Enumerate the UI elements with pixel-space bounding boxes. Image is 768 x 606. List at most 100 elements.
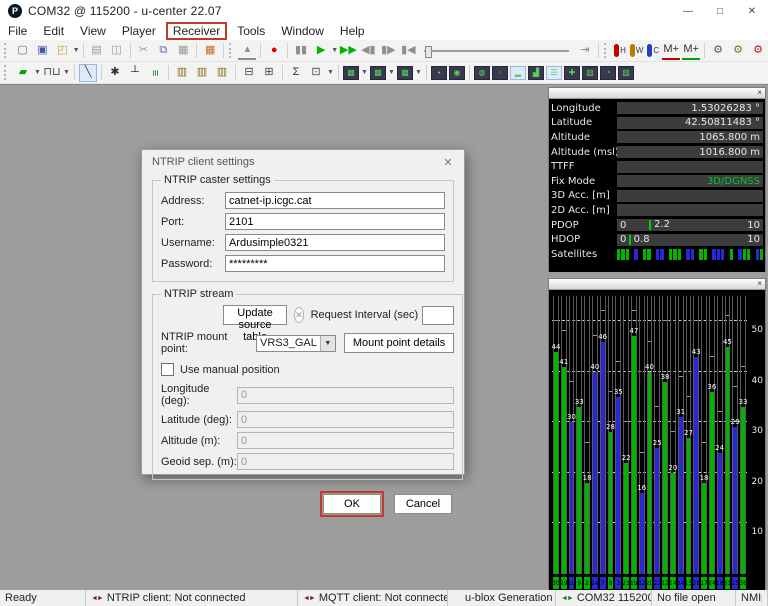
configuration-file-icon[interactable]: ⚙	[729, 42, 747, 60]
map-view-icon[interactable]: ▪	[431, 66, 447, 80]
satellite-id-strip: 3029109224783211932202212143415291724183…	[552, 577, 747, 589]
update-source-table-button[interactable]: Update source table	[223, 305, 287, 325]
print-icon[interactable]: ▤	[88, 42, 106, 60]
line-chart-icon[interactable]: ▩	[370, 66, 386, 80]
fast-forward-icon[interactable]: ▶▶	[339, 42, 357, 60]
menu-item-tools[interactable]: Tools	[230, 23, 272, 39]
open-folder-icon[interactable]: ◰	[53, 42, 71, 60]
address-input[interactable]	[225, 192, 445, 209]
menu-item-player[interactable]: Player	[115, 23, 163, 39]
gauge-tick	[629, 235, 631, 245]
menu-item-receiver[interactable]: Receiver	[166, 22, 227, 40]
chart-view-icon[interactable]: ▂	[510, 66, 526, 80]
close-button[interactable]: ✕	[736, 0, 768, 22]
save-icon[interactable]: ▣	[33, 42, 51, 60]
connect-receiver-icon[interactable]: ▰	[14, 64, 32, 82]
binary-console-icon[interactable]: ▧	[618, 66, 634, 80]
menu-item-view[interactable]: View	[73, 23, 113, 39]
eject-icon[interactable]: ▴	[238, 42, 256, 60]
new-file-icon[interactable]: ▢	[13, 42, 31, 60]
playback-slider[interactable]	[424, 44, 568, 58]
map-chart-icon[interactable]: ▩	[343, 66, 359, 80]
clear-flash-icon[interactable]: ▥	[213, 64, 231, 82]
cut-icon[interactable]: ✂	[134, 42, 152, 60]
menu-item-file[interactable]: File	[1, 23, 34, 39]
messages-view-icon[interactable]: ▨	[582, 66, 598, 80]
debug-bug-icon[interactable]: ✱	[106, 64, 124, 82]
menu-item-edit[interactable]: Edit	[36, 23, 71, 39]
clock-view-icon[interactable]: ◔	[600, 66, 616, 80]
split-horizontal-icon[interactable]: ⊟	[240, 64, 258, 82]
record-icon[interactable]: ●	[265, 42, 283, 60]
close-icon[interactable]: ×	[757, 280, 762, 288]
skip-end-icon[interactable]: ⇥	[576, 42, 594, 60]
bar-fill	[655, 448, 659, 574]
gauge-tick	[649, 220, 651, 230]
google-earth-icon[interactable]: ◍	[474, 66, 490, 80]
use-manual-position-checkbox[interactable]	[161, 363, 174, 376]
message-rate-plus-icon[interactable]: M+	[682, 42, 700, 60]
username-input[interactable]	[225, 234, 445, 251]
pause-icon[interactable]: ▮▮	[292, 42, 310, 60]
tune-sliders-icon[interactable]: ≡	[146, 64, 164, 82]
satellite-bar: 18	[701, 296, 707, 574]
histogram-view-icon[interactable]: ▟	[528, 66, 544, 80]
dropdown-caret-icon[interactable]: ▼	[414, 69, 423, 76]
play-icon[interactable]: ▶	[312, 42, 330, 60]
menu-item-window[interactable]: Window	[274, 23, 331, 39]
copy-icon[interactable]: ⧉	[154, 42, 172, 60]
dropdown-caret-icon[interactable]: ▼	[387, 69, 396, 76]
antenna-icon[interactable]: ┴	[126, 64, 144, 82]
step-back-icon[interactable]: ◀▮	[359, 42, 377, 60]
autobaud-wand-icon[interactable]: ╲	[79, 64, 97, 82]
flash-config-icon[interactable]: ▥	[193, 64, 211, 82]
messages-window-icon[interactable]: ▦	[201, 42, 219, 60]
cancel-button[interactable]: Cancel	[394, 494, 452, 514]
chevron-down-icon[interactable]: ▼	[320, 336, 335, 351]
bar-value-label: 27	[684, 430, 694, 437]
split-vertical-icon[interactable]: ⊞	[260, 64, 278, 82]
bar-chart-icon[interactable]: ▩	[397, 66, 413, 80]
maximize-button[interactable]: □	[704, 0, 736, 22]
cancel-request-icon[interactable]: ✕	[294, 307, 304, 323]
mount-point-details-button[interactable]: Mount point details	[344, 333, 454, 353]
mount-point-select[interactable]: VRS3_GAL ▼	[256, 335, 336, 352]
slider-knob[interactable]	[425, 46, 432, 58]
close-icon[interactable]: ×	[757, 89, 762, 97]
packet-console-icon[interactable]: ⊡	[307, 64, 325, 82]
dropdown-caret-icon[interactable]: ▼	[72, 47, 79, 54]
firmware-update-icon[interactable]: ▥	[173, 64, 191, 82]
docking-view-icon[interactable]: ✚	[564, 66, 580, 80]
paste-icon[interactable]: ▦	[174, 42, 192, 60]
deviation-map-icon[interactable]: ◉	[449, 66, 465, 80]
dropdown-caret-icon[interactable]: ▼	[326, 69, 335, 76]
configuration-red-icon[interactable]: ⚙	[749, 42, 767, 60]
hotstart-icon[interactable]: H	[614, 44, 626, 57]
request-interval-input[interactable]	[422, 306, 454, 325]
port-input[interactable]	[225, 213, 445, 230]
receiver-configuration-icon[interactable]: ⚙	[709, 42, 727, 60]
menu-item-help[interactable]: Help	[333, 23, 372, 39]
coldstart-icon[interactable]: C	[647, 44, 659, 57]
data-row: Altitude1065.800 m	[551, 130, 763, 145]
resize-grip-icon[interactable]	[761, 596, 762, 606]
data-value	[617, 161, 763, 173]
baudrate-icon[interactable]: ⊓⊔	[43, 64, 61, 82]
message-rate-minus-icon[interactable]: M+	[662, 42, 680, 60]
print-preview-icon[interactable]: ◫	[108, 42, 126, 60]
dropdown-caret-icon[interactable]: ▼	[62, 69, 71, 76]
dropdown-caret-icon[interactable]: ▼	[360, 69, 369, 76]
statistics-sigma-icon[interactable]: Σ	[287, 64, 305, 82]
dialog-close-icon[interactable]: ✕	[432, 156, 464, 169]
status-segment: u-blox Generation 9	[460, 590, 556, 606]
sky-view-icon[interactable]: ▫	[492, 66, 508, 80]
minimize-button[interactable]: —	[672, 0, 704, 22]
skip-start-icon[interactable]: ▮◀	[399, 42, 417, 60]
dropdown-caret-icon[interactable]: ▼	[331, 47, 338, 54]
password-input[interactable]	[225, 255, 445, 272]
ok-button[interactable]: OK	[323, 494, 381, 514]
table-view-icon[interactable]: ☰	[546, 66, 562, 80]
step-forward-icon[interactable]: ▮▶	[379, 42, 397, 60]
warmstart-icon[interactable]: W	[630, 44, 644, 57]
dropdown-caret-icon[interactable]: ▼	[33, 69, 42, 76]
